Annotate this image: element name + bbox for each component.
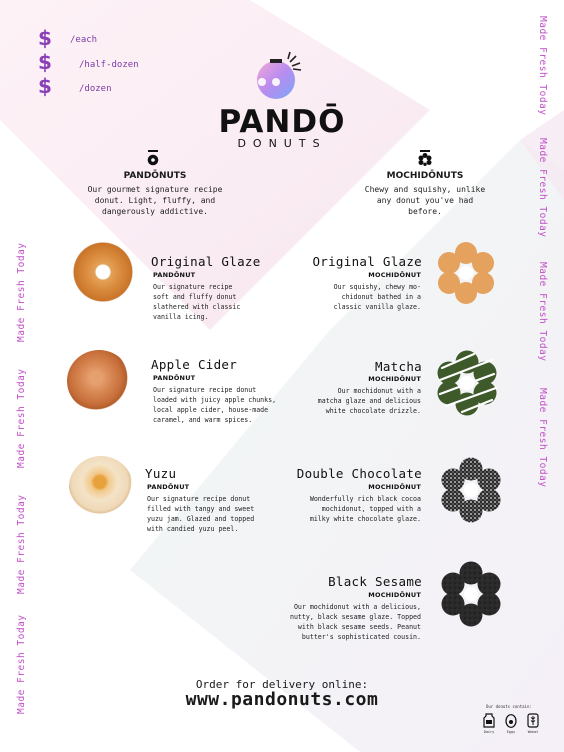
item-type: PANDŌNUT xyxy=(153,271,196,279)
desc-line: donut. Light, fluffy, and xyxy=(94,196,216,205)
desc-line: loaded with juicy apple chunks, xyxy=(153,396,277,404)
allergen-label-eggs: Eggs xyxy=(506,730,516,734)
desc-line: Our squishy, chewy mo- xyxy=(333,283,421,291)
side-text-right-1: Made Fresh Today xyxy=(537,16,548,116)
donut-double-chocolate-image xyxy=(441,457,501,523)
item-name: Original Glaze xyxy=(312,254,422,269)
item-desc: Our signature recipe donut filled with t… xyxy=(147,494,254,534)
desc-line: filled with tangy and sweet xyxy=(147,505,255,513)
desc-line: soft and fluffy donut xyxy=(153,293,237,301)
desc-line: dangerously addictive. xyxy=(102,207,208,216)
category-desc-pandonuts: Our gourmet signature recipe donut. Ligh… xyxy=(80,184,230,217)
mochidonut-icon xyxy=(418,150,432,166)
desc-line: Wonderfully rich black cocoa xyxy=(309,495,421,503)
category-title-pandonuts: PANDŌNUTS xyxy=(123,171,187,181)
desc-line: matcha glaze and delicious xyxy=(317,397,421,405)
side-text-left-3: Made Fresh Today xyxy=(16,494,27,594)
egg-icon xyxy=(505,714,517,728)
item-name: Apple Cider xyxy=(151,357,238,372)
item-type: MOCHIDŌNUT xyxy=(368,375,421,383)
desc-line: butter's sophisticated cousin. xyxy=(301,633,421,641)
wheat-icon xyxy=(527,713,539,728)
desc-line: chidonut bathed in a xyxy=(341,293,421,301)
brand-subtitle: DONUTS xyxy=(237,137,327,150)
item-type: PANDŌNUT xyxy=(153,374,196,382)
item-type: PANDŌNUT xyxy=(147,483,190,491)
price-label-each: /each xyxy=(70,35,98,45)
desc-line: vanilla icing. xyxy=(153,313,209,321)
price-row-dozen: $ xyxy=(38,74,52,98)
item-type: MOCHIDŌNUT xyxy=(368,271,421,279)
item-desc: Our mochidonut with a matcha glaze and d… xyxy=(290,386,421,416)
desc-line: Our gourmet signature recipe xyxy=(87,185,223,194)
side-text-right-2: Made Fresh Today xyxy=(537,138,548,238)
price-label-dozen: /dozen xyxy=(79,84,112,94)
side-text-left-1: Made Fresh Today xyxy=(16,242,27,342)
item-type: MOCHIDŌNUT xyxy=(368,483,421,491)
desc-line: caramel, and warm spices. xyxy=(153,416,253,424)
desc-line: milky white chocolate glaze. xyxy=(309,515,421,523)
item-desc: Our signature recipe donut loaded with j… xyxy=(153,385,276,425)
desc-line: nutty, black sesame glaze. Topped xyxy=(289,613,421,621)
price-row-each: $ xyxy=(38,26,52,50)
desc-line: before. xyxy=(408,207,442,216)
item-desc: Our signature recipe soft and fluffy don… xyxy=(153,282,240,322)
side-text-right-4: Made Fresh Today xyxy=(537,388,548,488)
desc-line: yuzu jam. Glazed and topped xyxy=(147,515,255,523)
desc-line: mochidonut, topped with a xyxy=(321,505,421,513)
allergens-title: Our donuts contain: xyxy=(486,704,532,709)
side-text-right-3: Made Fresh Today xyxy=(537,262,548,362)
category-desc-mochidonuts: Chewy and squishy, unlike any donut you'… xyxy=(350,184,500,217)
desc-line: slathered with classic xyxy=(153,303,241,311)
donut-original-glaze-pandonut-image xyxy=(73,242,133,302)
desc-line: any donut you've had xyxy=(376,196,474,205)
category-title-mochidonuts: MOCHIDŌNUTS xyxy=(386,171,464,181)
brand-name: PANDŌ xyxy=(218,104,346,140)
donut-matcha-image xyxy=(437,350,498,416)
desc-line: Our signature recipe donut xyxy=(153,386,257,394)
item-name: Matcha xyxy=(375,359,422,374)
item-desc: Our mochidonut with a delicious, nutty, … xyxy=(270,602,421,642)
dairy-icon xyxy=(483,713,495,728)
desc-line: Our signature recipe donut xyxy=(147,495,251,503)
price-label-half-dozen: /half-dozen xyxy=(79,60,139,70)
pando-logo-icon xyxy=(257,51,302,99)
side-text-left-2: Made Fresh Today xyxy=(16,368,27,468)
donut-yuzu-image xyxy=(69,456,133,518)
desc-line: local apple cider, house-made xyxy=(153,406,269,414)
allergen-label-dairy: Dairy xyxy=(483,730,495,734)
item-name: Double Chocolate xyxy=(296,466,422,481)
website-link[interactable]: www.pandonuts.com xyxy=(0,689,564,710)
item-desc: Wonderfully rich black cocoa mochidonut,… xyxy=(290,494,421,524)
allergen-label-wheat: Wheat xyxy=(527,730,539,734)
donut-black-sesame-image xyxy=(441,561,501,627)
desc-line: classic vanilla glaze. xyxy=(333,303,421,311)
desc-line: with black sesame seeds. Peanut xyxy=(297,623,421,631)
dollar-icon: $ xyxy=(38,50,52,74)
desc-line: Chewy and squishy, unlike xyxy=(364,185,486,194)
price-row-half-dozen: $ xyxy=(38,50,52,74)
desc-line: white chocolate drizzle. xyxy=(325,407,421,415)
item-desc: Our squishy, chewy mo- chidonut bathed i… xyxy=(290,282,421,312)
donut-original-glaze-mochidonut-image xyxy=(438,242,494,304)
dollar-icon: $ xyxy=(38,74,52,98)
desc-line: with candied yuzu peel. xyxy=(147,525,239,533)
item-name: Original Glaze xyxy=(151,254,261,269)
desc-line: Our signature recipe xyxy=(153,283,233,291)
pandonut-icon xyxy=(147,150,159,166)
dollar-icon: $ xyxy=(38,26,52,50)
item-type: MOCHIDŌNUT xyxy=(368,591,421,599)
donut-apple-cider-image xyxy=(67,350,131,412)
desc-line: Our mochidonut with a xyxy=(337,387,421,395)
desc-line: Our mochidonut with a delicious, xyxy=(293,603,421,611)
item-name: Yuzu xyxy=(145,466,177,481)
item-name: Black Sesame xyxy=(328,574,422,589)
